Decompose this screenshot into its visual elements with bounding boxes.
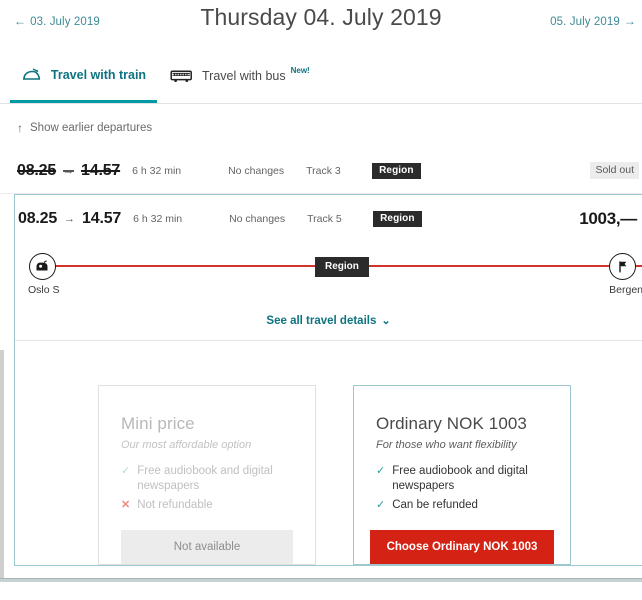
departure-time: 08.25	[18, 209, 58, 227]
check-icon: ✓	[121, 465, 131, 477]
feature-text: Free audiobook and digital newspapers	[137, 465, 273, 492]
feature-text: Free audiobook and digital newspapers	[392, 465, 528, 492]
changes-label: No changes	[228, 164, 285, 177]
list-item: ✓ Free audiobook and digital newspapers	[121, 464, 293, 494]
status-badge: Sold out	[590, 162, 639, 179]
date-header: ← 03. July 2019 Thursday 04. July 2019 05…	[0, 0, 642, 46]
list-item: ✕ Not refundable	[121, 498, 293, 513]
chevron-down-icon: ⌄	[381, 315, 391, 327]
feature-list: ✓ Free audiobook and digital newspapers …	[376, 464, 548, 513]
show-earlier-departures-button[interactable]: ↑ Show earlier departures	[0, 104, 642, 148]
details-link-label: See all travel details	[266, 315, 377, 327]
ticket-title: Ordinary NOK 1003	[376, 414, 527, 433]
departure-time: 08.25	[17, 161, 57, 179]
train-front-icon	[29, 253, 56, 280]
show-earlier-label: Show earlier departures	[30, 122, 153, 134]
choose-ordinary-button[interactable]: Choose Ordinary NOK 1003	[370, 530, 554, 564]
tab-train-label: Travel with train	[50, 67, 147, 82]
origin-label: Oslo S	[28, 284, 60, 296]
feature-text: Can be refunded	[392, 499, 478, 511]
tab-bus-label: Travel with bus	[202, 69, 286, 83]
arrival-time: 14.57	[81, 161, 121, 179]
track-label: Track 3	[306, 164, 341, 177]
arrow-right-icon: →	[623, 14, 636, 28]
price-label: 1003,—	[579, 208, 637, 228]
ticket-card-mini-price[interactable]: Mini price Our most affordable option ✓ …	[98, 385, 316, 565]
bus-icon	[170, 69, 193, 83]
feature-text: Not refundable	[137, 499, 213, 511]
tab-travel-with-bus[interactable]: Travel with bus New!	[166, 59, 314, 103]
see-all-travel-details-link[interactable]: See all travel details ⌄	[15, 308, 642, 341]
next-day-label: 05. July 2019	[550, 16, 620, 28]
next-day-link[interactable]: 05. July 2019 →	[550, 14, 636, 28]
train-icon	[21, 67, 42, 82]
changes-label: No changes	[229, 212, 286, 225]
transport-mode-tabs: Travel with train Travel with bus New!	[0, 60, 642, 104]
not-available-button: Not available	[121, 530, 293, 564]
check-icon: ✓	[376, 499, 386, 511]
ticket-card-ordinary[interactable]: Ordinary NOK 1003 For those who want fle…	[353, 385, 571, 565]
departure-row-soldout[interactable]: 08.25 → 14.57 6 h 32 min No changes Trac…	[0, 148, 642, 194]
route-origin: Oslo S	[28, 253, 60, 296]
duration-label: 6 h 32 min	[133, 212, 183, 225]
ticket-subtitle: Our most affordable option	[121, 439, 252, 451]
travel-search-results-page: ← 03. July 2019 Thursday 04. July 2019 05…	[0, 0, 642, 600]
tab-bus-new-badge: New!	[290, 66, 310, 75]
destination-label: Bergen	[609, 284, 642, 296]
duration-label: 6 h 32 min	[132, 164, 182, 177]
route-segment-badge: Region	[315, 257, 369, 277]
tab-travel-with-train[interactable]: Travel with train	[10, 59, 157, 103]
arrow-up-icon: ↑	[17, 121, 23, 135]
cross-icon: ✕	[121, 499, 131, 511]
track-label: Track 5	[307, 212, 342, 225]
list-item: ✓ Can be refunded	[376, 498, 548, 513]
arrow-right-icon: →	[64, 212, 76, 225]
operator-badge: Region	[373, 210, 422, 227]
arrival-time: 14.57	[82, 209, 122, 227]
check-icon: ✓	[376, 465, 386, 477]
scrollbar-left-edge[interactable]	[0, 350, 4, 578]
flag-icon	[609, 253, 637, 280]
route-diagram: Oslo S Region Bergen	[15, 246, 642, 308]
selected-departure-card: 08.25 → 14.57 6 h 32 min No changes Trac…	[14, 194, 642, 566]
route-destination: Bergen	[609, 253, 642, 296]
table-row[interactable]: 08.25 → 14.57 6 h 32 min No changes Trac…	[15, 195, 642, 242]
list-item: ✓ Free audiobook and digital newspapers	[376, 464, 548, 494]
ticket-options: Mini price Our most affordable option ✓ …	[15, 341, 642, 565]
ticket-title: Mini price	[121, 414, 195, 433]
viewport-bottom-edge	[0, 578, 642, 582]
arrow-right-icon: →	[63, 164, 75, 177]
ticket-subtitle: For those who want flexibility	[376, 439, 517, 451]
feature-list: ✓ Free audiobook and digital newspapers …	[121, 464, 293, 513]
operator-badge: Region	[372, 162, 421, 179]
page-title: Thursday 04. July 2019	[200, 4, 442, 30]
